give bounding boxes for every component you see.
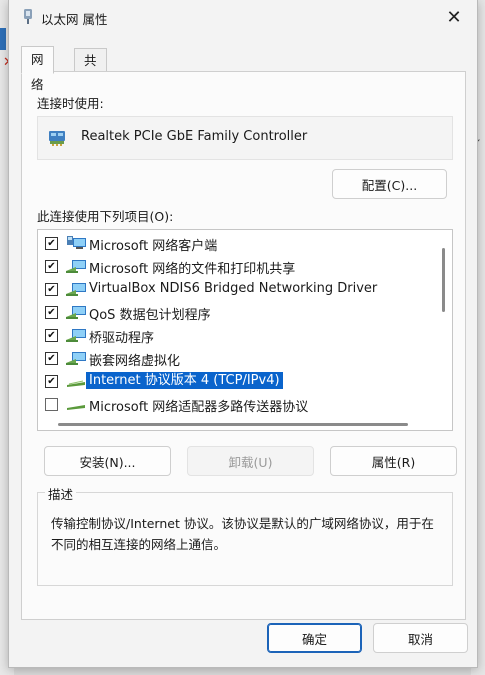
background-accent-bar <box>0 28 6 50</box>
item-label: VirtualBox NDIS6 Bridged Networking Driv… <box>89 281 378 296</box>
tab-network[interactable]: 网络 <box>21 46 54 92</box>
item-label: Microsoft 网络适配器多路传送器协议 <box>89 400 309 415</box>
network-adapter-icon <box>24 9 32 24</box>
ok-button[interactable]: 确定 <box>267 623 362 653</box>
item-checkbox[interactable]: ✔ <box>45 260 58 273</box>
adapter-display: Realtek PCIe GbE Family Controller <box>37 116 453 160</box>
item-checkbox[interactable]: ✔ <box>45 375 58 388</box>
vertical-scrollbar-thumb[interactable] <box>442 248 445 312</box>
list-item[interactable]: ✔ VirtualBox NDIS6 Bridged Networking Dr… <box>38 278 433 301</box>
network-service-icon <box>66 306 86 319</box>
horizontal-scrollbar-thumb[interactable] <box>58 423 408 426</box>
connect-using-label: 连接时使用: <box>37 96 104 111</box>
properties-button[interactable]: 属性(R) <box>330 446 457 476</box>
item-checkbox[interactable]: ✔ <box>45 306 58 319</box>
list-item[interactable]: ✔ Microsoft 网络客户端 <box>38 232 433 255</box>
install-button[interactable]: 安装(N)... <box>44 446 171 476</box>
item-checkbox[interactable]: ✔ <box>45 352 58 365</box>
item-checkbox[interactable]: ✔ <box>45 237 58 250</box>
items-label: 此连接使用下列项目(O): <box>37 209 174 224</box>
list-item[interactable]: ✔ 嵌套网络虚拟化 <box>38 347 433 370</box>
item-label: 嵌套网络虚拟化 <box>89 354 181 369</box>
item-label: Internet 协议版本 4 (TCP/IPv4) <box>86 372 283 389</box>
close-icon: ✕ <box>446 6 462 28</box>
network-tab-panel: 连接时使用: Realtek PCIe GbE Family Controlle… <box>21 71 466 620</box>
item-checkbox[interactable]: ✔ <box>45 329 58 342</box>
network-client-icon <box>67 236 86 249</box>
tab-sharing[interactable]: 共享 <box>74 48 107 91</box>
network-service-icon <box>66 260 86 273</box>
uninstall-button[interactable]: 卸载(U) <box>187 446 314 476</box>
network-service-icon <box>66 352 86 365</box>
protocol-icon <box>67 405 85 410</box>
close-button[interactable]: ✕ <box>441 4 467 30</box>
list-item[interactable]: ✔ Microsoft 网络的文件和打印机共享 <box>38 255 433 278</box>
item-label: 桥驱动程序 <box>89 331 155 346</box>
adapter-name: Realtek PCIe GbE Family Controller <box>81 129 308 144</box>
configure-button[interactable]: 配置(C)... <box>332 169 447 199</box>
title-bar: 以太网 属性 ✕ <box>9 0 477 34</box>
network-service-icon <box>66 283 86 296</box>
components-list[interactable]: ✔ Microsoft 网络客户端 ✔ Microsoft 网络的文件和打印机共… <box>37 229 453 431</box>
network-service-icon <box>66 329 86 342</box>
list-item[interactable]: ✔ 桥驱动程序 <box>38 324 433 347</box>
description-title: 描述 <box>45 484 77 503</box>
ethernet-properties-dialog: 以太网 属性 ✕ 网络 共享 连接时使用: Realtek PCIe GbE F… <box>8 0 478 668</box>
description-group: 描述 传输控制协议/Internet 协议。该协议是默认的广域网络协议，用于在不… <box>37 484 453 586</box>
item-label: Microsoft 网络的文件和打印机共享 <box>89 262 296 277</box>
network-card-icon <box>49 131 65 146</box>
list-item[interactable]: ✔ QoS 数据包计划程序 <box>38 301 433 324</box>
list-item[interactable]: Microsoft 网络适配器多路传送器协议 <box>38 393 433 416</box>
item-checkbox[interactable]: ✔ <box>45 283 58 296</box>
window-title: 以太网 属性 <box>41 12 108 27</box>
item-label: Microsoft 网络客户端 <box>89 239 218 254</box>
list-item-selected[interactable]: ✔ Internet 协议版本 4 (TCP/IPv4) <box>38 370 433 393</box>
protocol-icon <box>67 380 85 387</box>
cancel-button[interactable]: 取消 <box>373 623 468 653</box>
description-text: 传输控制协议/Internet 协议。该协议是默认的广域网络协议，用于在不同的相… <box>51 516 434 552</box>
item-checkbox[interactable] <box>45 398 58 411</box>
item-label: QoS 数据包计划程序 <box>89 308 211 323</box>
